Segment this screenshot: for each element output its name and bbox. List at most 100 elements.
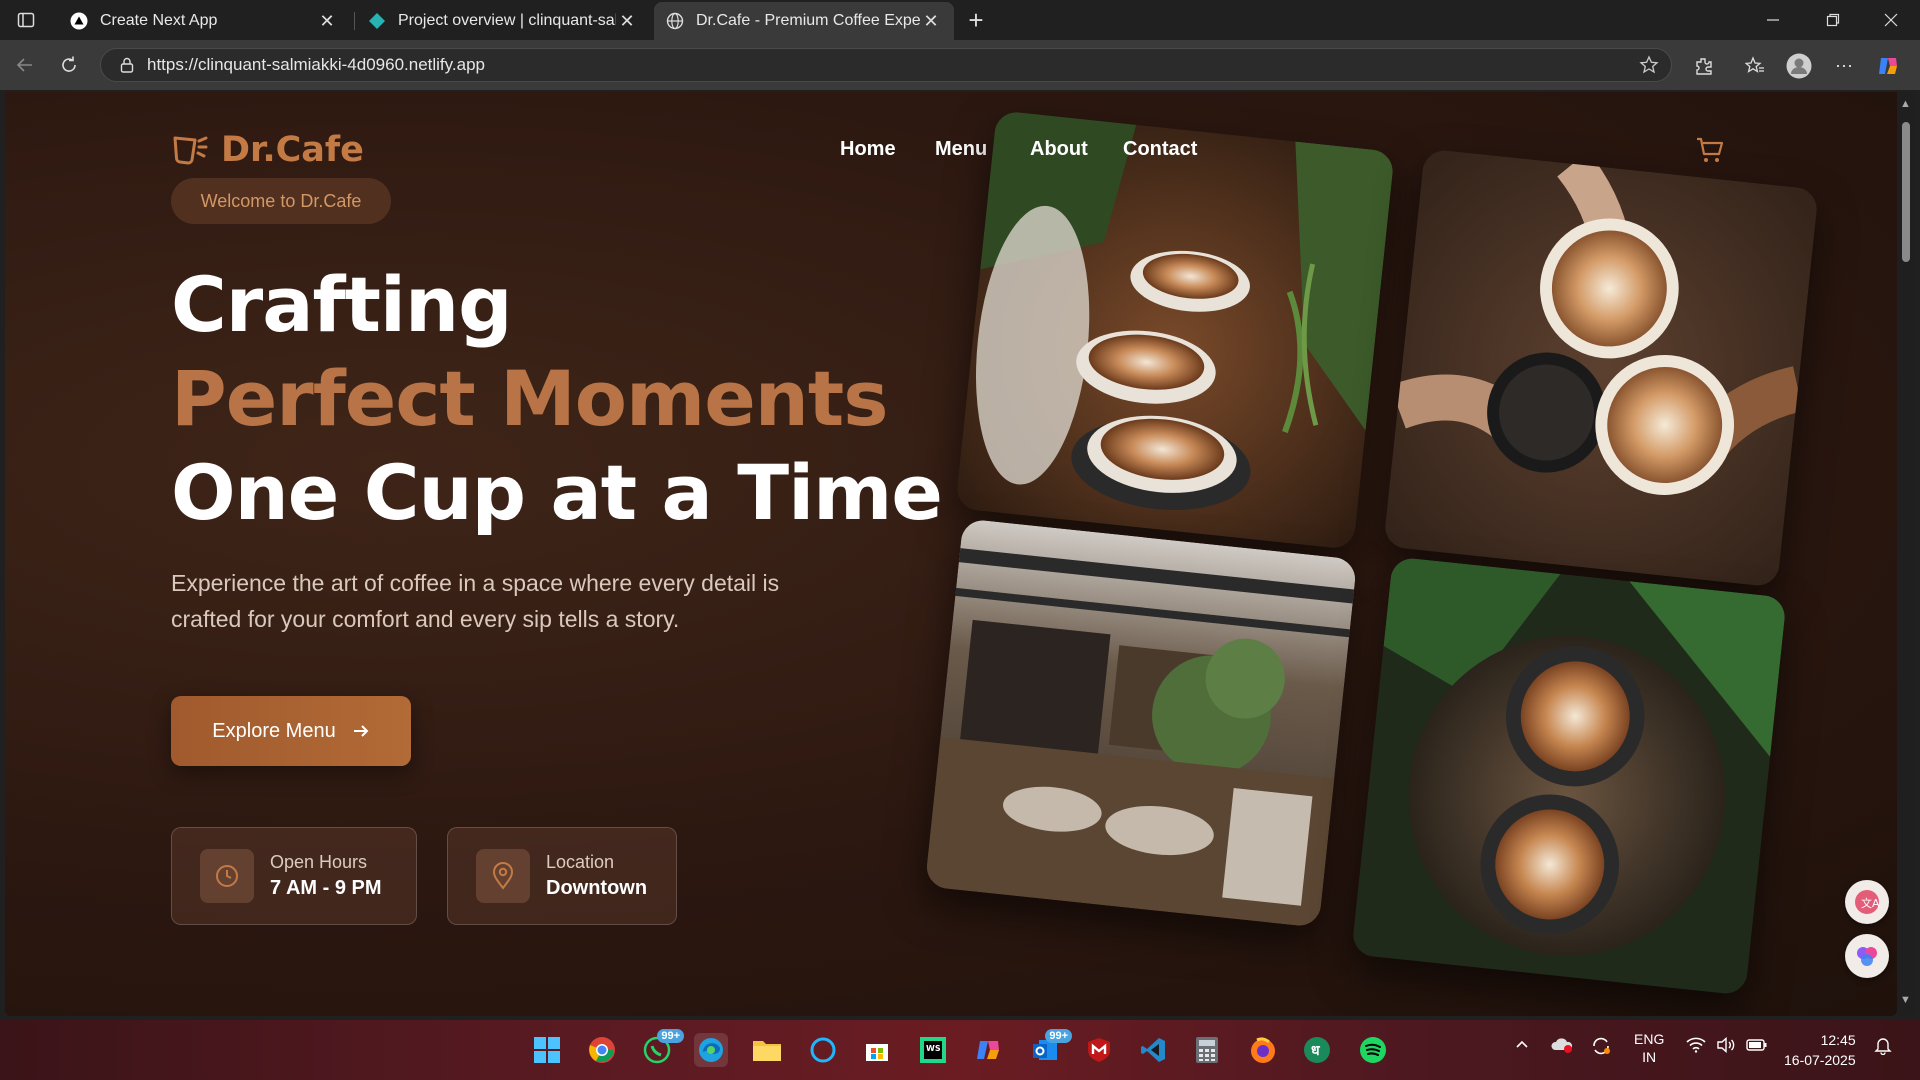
site-logo[interactable]: Dr.Cafe	[171, 130, 364, 170]
firefox-icon[interactable]	[1246, 1033, 1280, 1067]
mcafee-icon[interactable]	[1082, 1033, 1116, 1067]
tab-drcafe[interactable]: Dr.Cafe - Premium Coffee Experie ✕	[654, 2, 954, 40]
info-label: Location	[546, 852, 615, 872]
language-indicator[interactable]: ENG IN	[1634, 1030, 1664, 1066]
language-code: ENG	[1634, 1031, 1665, 1047]
translate-icon[interactable]: 文A	[1845, 880, 1889, 924]
file-explorer-icon[interactable]	[750, 1033, 784, 1067]
map-pin-icon	[476, 849, 530, 903]
spotify-icon[interactable]	[1356, 1033, 1390, 1067]
nav-about[interactable]: About	[1030, 138, 1088, 161]
profile-avatar-icon[interactable]	[1785, 52, 1813, 80]
windows-taskbar: 99+ WS 99+ ध ENG IN 12:45 16-07-2025	[0, 1020, 1920, 1080]
info-value: Downtown	[546, 877, 648, 899]
wifi-icon[interactable]	[1686, 1037, 1706, 1056]
lock-icon[interactable]	[117, 57, 137, 73]
sync-icon[interactable]	[1590, 1036, 1612, 1059]
info-label: Open Hours	[270, 852, 368, 872]
outlook-icon[interactable]: 99+	[1028, 1029, 1072, 1067]
latte-art-table-photo	[1351, 556, 1787, 996]
battery-icon[interactable]	[1746, 1037, 1768, 1056]
ai-assistant-icon[interactable]	[1845, 934, 1889, 978]
whatsapp-icon[interactable]: 99+	[640, 1029, 684, 1067]
cta-label: Explore Menu	[212, 719, 336, 742]
windows-start-icon[interactable]	[530, 1033, 564, 1067]
tab-create-next-app[interactable]: Create Next App ✕	[58, 2, 350, 40]
tab-title: Dr.Cafe - Premium Coffee Experie	[696, 12, 920, 29]
browser-tab-bar: Create Next App ✕ Project overview | cli…	[0, 0, 1920, 40]
cortana-icon[interactable]	[806, 1033, 840, 1067]
coffee-table-photo	[955, 110, 1395, 550]
nav-menu[interactable]: Menu	[935, 138, 987, 161]
explore-menu-button[interactable]: Explore Menu	[171, 696, 411, 766]
close-tab-icon[interactable]: ✕	[316, 11, 338, 32]
webstorm-icon[interactable]: WS	[916, 1033, 950, 1067]
scrollbar-thumb[interactable]	[1902, 122, 1910, 262]
notification-badge: 99+	[657, 1029, 684, 1043]
hindi-app-icon[interactable]: ध	[1300, 1033, 1334, 1067]
scroll-up-icon[interactable]: ▲	[1900, 98, 1911, 110]
system-clock[interactable]: 12:45 16-07-2025	[1784, 1030, 1856, 1070]
netlify-icon	[369, 13, 385, 29]
tab-title: Create Next App	[100, 12, 218, 29]
onedrive-error-icon[interactable]	[1550, 1036, 1574, 1057]
info-card-location: Location Downtown	[447, 827, 677, 925]
tab-divider	[354, 12, 355, 30]
coffee-cup-icon	[173, 136, 208, 165]
show-hidden-icons-chevron-up-icon[interactable]	[1514, 1036, 1530, 1055]
edge-icon[interactable]	[694, 1033, 728, 1067]
close-tab-icon[interactable]: ✕	[616, 11, 638, 32]
vercel-icon	[70, 12, 88, 30]
refresh-button[interactable]	[56, 52, 82, 78]
restore-button[interactable]	[1806, 0, 1860, 40]
brand-name: Dr.Cafe	[221, 130, 364, 170]
globe-icon	[666, 12, 684, 30]
info-value: 7 AM - 9 PM	[270, 877, 382, 899]
microsoft-store-icon[interactable]	[860, 1033, 894, 1067]
hero-title-line1: Crafting	[171, 260, 512, 349]
new-tab-button[interactable]: +	[962, 5, 990, 35]
svg-text:WS: WS	[926, 1044, 941, 1053]
address-bar[interactable]: https://clinquant-salmiakki-4d0960.netli…	[100, 48, 1672, 82]
svg-text:文A: 文A	[1861, 896, 1880, 910]
hero-title-line3: One Cup at a Time	[171, 448, 943, 537]
copilot-app-icon[interactable]	[972, 1033, 1006, 1067]
hero-description: Experience the art of coffee in a space …	[171, 570, 780, 632]
back-button[interactable]	[12, 52, 38, 78]
more-options-icon[interactable]: ⋯	[1830, 52, 1858, 80]
tab-project-overview[interactable]: Project overview | clinquant-salm ✕	[356, 2, 650, 40]
browser-toolbar: https://clinquant-salmiakki-4d0960.netli…	[0, 40, 1920, 90]
chrome-icon[interactable]	[585, 1033, 619, 1067]
calculator-icon[interactable]	[1190, 1033, 1224, 1067]
cafe-interior-photo	[924, 518, 1358, 928]
info-card-hours: Open Hours 7 AM - 9 PM	[171, 827, 417, 925]
coffee-cheers-photo	[1383, 148, 1819, 588]
nav-home[interactable]: Home	[840, 138, 896, 161]
copilot-icon[interactable]	[1874, 52, 1902, 80]
close-tab-icon[interactable]: ✕	[920, 11, 942, 32]
tab-title: Project overview | clinquant-salm	[398, 12, 616, 29]
webpage-viewport: Dr.Cafe Welcome to Dr.Cafe Home Menu Abo…	[5, 92, 1897, 1016]
favorite-star-icon[interactable]	[1639, 55, 1659, 80]
page-scrollbar[interactable]: ▲ ▼	[1897, 92, 1915, 1016]
vscode-icon[interactable]	[1136, 1033, 1170, 1067]
close-window-button[interactable]	[1864, 0, 1918, 40]
hero-title-line2: Perfect Moments	[171, 354, 888, 443]
welcome-badge: Welcome to Dr.Cafe	[171, 178, 391, 224]
minimize-button[interactable]	[1746, 0, 1800, 40]
url-text: https://clinquant-salmiakki-4d0960.netli…	[147, 55, 485, 74]
clock-icon	[200, 849, 254, 903]
clock-time: 12:45	[1820, 1032, 1856, 1048]
notification-badge: 99+	[1045, 1029, 1072, 1043]
cart-icon[interactable]	[1695, 136, 1725, 169]
nav-contact[interactable]: Contact	[1123, 138, 1197, 161]
scroll-down-icon[interactable]: ▼	[1900, 994, 1911, 1006]
region-code: IN	[1642, 1049, 1657, 1065]
arrow-right-icon	[353, 725, 369, 737]
notification-center-icon[interactable]	[1874, 1037, 1892, 1058]
volume-icon[interactable]	[1716, 1036, 1736, 1056]
favorites-icon[interactable]	[1741, 52, 1769, 80]
extensions-icon[interactable]	[1690, 52, 1718, 80]
tab-actions-icon[interactable]	[14, 8, 38, 32]
svg-text:ध: ध	[1311, 1043, 1321, 1059]
